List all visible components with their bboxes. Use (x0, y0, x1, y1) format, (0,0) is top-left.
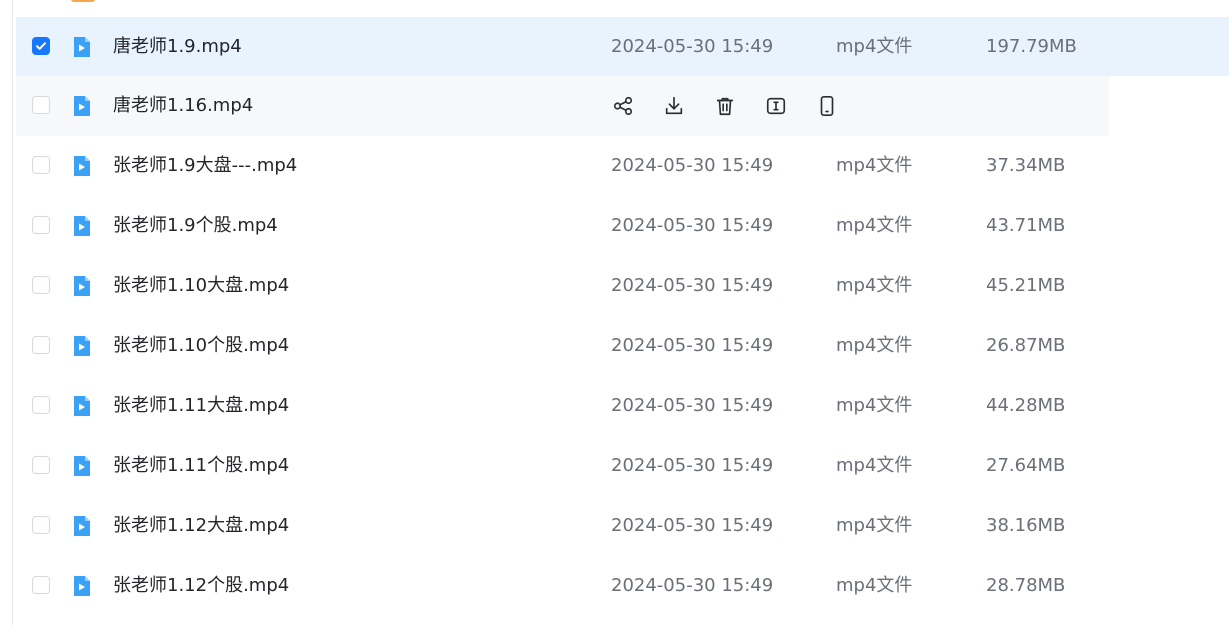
panel-border (12, 0, 13, 625)
file-date: 2024-05-30 15:49 (611, 36, 774, 57)
file-name[interactable]: 唐老师1.9.mp4 (113, 36, 242, 58)
file-type: mp4文件 (836, 455, 913, 476)
file-name[interactable]: 张老师1.9个股.mp4 (113, 215, 278, 237)
file-type: mp4文件 (836, 515, 913, 536)
video-file-icon (74, 156, 90, 176)
file-row[interactable]: 张老师1.11个股.mp4 2024-05-30 15:49 mp4文件 27.… (16, 436, 1229, 496)
partial-file-icon (71, 0, 95, 2)
row-checkbox-checked[interactable] (32, 37, 50, 55)
file-name[interactable]: 张老师1.11个股.mp4 (113, 455, 289, 477)
video-file-icon (74, 336, 90, 356)
file-name[interactable]: 张老师1.12大盘.mp4 (113, 515, 289, 537)
video-file-icon (74, 516, 90, 536)
file-name[interactable]: 张老师1.10个股.mp4 (113, 335, 289, 357)
file-size: 38.16MB (986, 515, 1066, 536)
row-checkbox[interactable] (32, 516, 50, 534)
file-name[interactable]: 张老师1.10大盘.mp4 (113, 275, 289, 297)
file-type: mp4文件 (836, 36, 913, 57)
delete-icon[interactable] (713, 94, 737, 118)
row-checkbox[interactable] (32, 96, 50, 114)
file-date: 2024-05-30 15:49 (611, 515, 774, 536)
file-list-page: 唐老师1.9.mp4 2024-05-30 15:49 mp4文件 197.79… (0, 0, 1229, 625)
video-file-icon (74, 456, 90, 476)
file-name[interactable]: 唐老师1.16.mp4 (113, 95, 253, 117)
file-type: mp4文件 (836, 275, 913, 296)
download-icon[interactable] (662, 94, 686, 118)
file-name[interactable]: 张老师1.9大盘---.mp4 (113, 155, 297, 177)
file-row[interactable]: 张老师1.10个股.mp4 2024-05-30 15:49 mp4文件 26.… (16, 316, 1229, 376)
file-row[interactable]: 张老师1.9大盘---.mp4 2024-05-30 15:49 mp4文件 3… (16, 136, 1229, 196)
video-file-icon (74, 216, 90, 236)
file-size: 26.87MB (986, 335, 1066, 356)
phone-icon[interactable] (815, 94, 839, 118)
file-row[interactable]: 唐老师1.16.mp4 (16, 76, 1229, 136)
file-row[interactable]: 张老师1.9个股.mp4 2024-05-30 15:49 mp4文件 43.7… (16, 196, 1229, 256)
file-name[interactable]: 张老师1.12个股.mp4 (113, 575, 289, 597)
row-checkbox[interactable] (32, 276, 50, 294)
file-date: 2024-05-30 15:49 (611, 575, 774, 596)
file-row[interactable]: 张老师1.12个股.mp4 2024-05-30 15:49 mp4文件 28.… (16, 556, 1229, 616)
share-icon[interactable] (611, 94, 635, 118)
file-size: 27.64MB (986, 455, 1066, 476)
file-date: 2024-05-30 15:49 (611, 155, 774, 176)
file-type: mp4文件 (836, 215, 913, 236)
video-file-icon (74, 37, 90, 57)
file-type: mp4文件 (836, 335, 913, 356)
file-date: 2024-05-30 15:49 (611, 215, 774, 236)
file-size: 197.79MB (986, 36, 1077, 57)
file-date: 2024-05-30 15:49 (611, 455, 774, 476)
file-list: 唐老师1.9.mp4 2024-05-30 15:49 mp4文件 197.79… (16, 17, 1229, 616)
row-checkbox[interactable] (32, 396, 50, 414)
file-date: 2024-05-30 15:49 (611, 395, 774, 416)
file-type: mp4文件 (836, 155, 913, 176)
file-size: 43.71MB (986, 215, 1066, 236)
file-row[interactable]: 张老师1.11大盘.mp4 2024-05-30 15:49 mp4文件 44.… (16, 376, 1229, 436)
video-file-icon (74, 396, 90, 416)
video-file-icon (74, 576, 90, 596)
row-checkbox[interactable] (32, 156, 50, 174)
row-checkbox[interactable] (32, 336, 50, 354)
file-size: 37.34MB (986, 155, 1066, 176)
video-file-icon (74, 276, 90, 296)
rename-icon[interactable] (764, 94, 788, 118)
row-actions (611, 94, 839, 118)
video-file-icon (74, 96, 90, 116)
file-date: 2024-05-30 15:49 (611, 335, 774, 356)
file-row[interactable]: 唐老师1.9.mp4 2024-05-30 15:49 mp4文件 197.79… (16, 17, 1229, 76)
file-type: mp4文件 (836, 575, 913, 596)
file-type: mp4文件 (836, 395, 913, 416)
file-size: 44.28MB (986, 395, 1066, 416)
row-checkbox[interactable] (32, 576, 50, 594)
row-checkbox[interactable] (32, 456, 50, 474)
row-checkbox[interactable] (32, 216, 50, 234)
file-row[interactable]: 张老师1.10大盘.mp4 2024-05-30 15:49 mp4文件 45.… (16, 256, 1229, 316)
file-name[interactable]: 张老师1.11大盘.mp4 (113, 395, 289, 417)
file-date: 2024-05-30 15:49 (611, 275, 774, 296)
file-size: 45.21MB (986, 275, 1066, 296)
file-row[interactable]: 张老师1.12大盘.mp4 2024-05-30 15:49 mp4文件 38.… (16, 496, 1229, 556)
file-size: 28.78MB (986, 575, 1066, 596)
